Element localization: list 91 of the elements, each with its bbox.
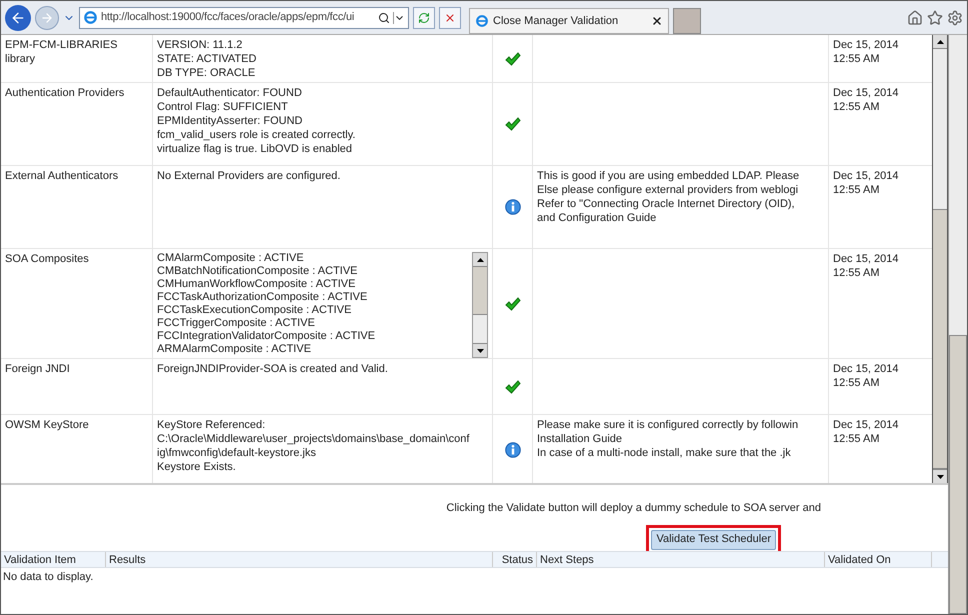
table-cell-text: This is good if you are using embedded LDAP. Please [537, 169, 800, 183]
table-cell-text: Dec 15, 2014 [833, 362, 900, 376]
table-cell-text: Installation Guide [537, 432, 623, 446]
url-text: http://localhost:19000/fcc/faces/oracle/apps/epm/fcc/ui [101, 10, 356, 26]
star-icon[interactable] [927, 10, 943, 26]
table-cell: ForeignJNDIProvider-SOA is created and Valid. [157, 362, 388, 376]
browser-tab[interactable]: Close Manager Validation [469, 8, 669, 34]
scrollbar-thumb[interactable] [933, 209, 947, 469]
table-cell-text: 12:55 AM [833, 432, 880, 446]
table-cell: No External Providers are configured. [157, 169, 340, 183]
table-cell-text: 12:55 AM [833, 266, 880, 280]
table-cell-text: ig\fmwconfig\default-keystore.jks [157, 446, 317, 460]
scroll-up-icon[interactable] [476, 258, 484, 262]
table-cell: STATE: ACTIVATED [157, 52, 256, 66]
table-cell-text: Please make sure it is configured correctly by followin [537, 418, 800, 432]
scroll-down-icon[interactable] [476, 348, 484, 352]
forward-button[interactable] [35, 6, 59, 30]
checkmark-icon [504, 380, 520, 394]
table-cell-text: 12:55 AM [833, 183, 880, 197]
table-cell-text: virtualize flag is true. LibOVD is enabled [157, 142, 354, 156]
home-icon[interactable] [907, 10, 923, 26]
checkmark-icon [504, 296, 520, 310]
tab-title: Close Manager Validation [493, 14, 620, 29]
table-cell-text: 12:55 AM [833, 376, 880, 390]
table-cell-text: SOA Composites [5, 252, 90, 266]
table-cell-text: DefaultAuthenticator: FOUND [157, 86, 303, 100]
table-cell-text: FCCTaskAuthorizationComposite : ACTIVE [157, 291, 368, 304]
table-cell: DB TYPE: ORACLE [157, 66, 256, 80]
forward-arrow-icon [40, 10, 54, 24]
table-cell-text: and Configuration Guide [537, 211, 658, 225]
table-cell-text: External Authenticators [5, 169, 120, 183]
table-cell-text: Dec 15, 2014 [833, 86, 900, 100]
search-icon[interactable] [378, 12, 390, 24]
settings-icon[interactable] [947, 10, 963, 26]
validate-button[interactable]: Validate Test Scheduler [651, 530, 776, 550]
scrollbar-thumb[interactable] [949, 335, 967, 614]
table-cell-text: 12:55 AM [833, 100, 880, 114]
close-icon[interactable] [651, 15, 663, 27]
scrollbar[interactable] [472, 252, 488, 358]
table-cell-text: OWSM KeyStore [5, 418, 90, 432]
table-cell-text: Dec 15, 2014 [833, 252, 900, 266]
column-header: Validated On [825, 552, 932, 567]
table-cell-text: KeyStore Referenced: [157, 418, 266, 432]
address-dropdown-icon[interactable] [393, 12, 405, 24]
info-icon [504, 442, 520, 458]
table-cell-text: In case of a multi-node install, make sure that the .jk [537, 446, 792, 460]
column-header: Results [106, 552, 493, 567]
table-cell-text: CMBatchNotificationComposite : ACTIVE [157, 265, 359, 278]
scroll-up-icon[interactable] [936, 40, 944, 44]
column-header: Next Steps [537, 552, 825, 567]
page-icon [83, 10, 98, 25]
table-cell-text: Foreign JNDI [5, 362, 71, 376]
empty-message: No data to display. [2, 570, 94, 585]
close-icon [444, 12, 456, 24]
page-icon [475, 14, 489, 28]
table-cell-text: Keystore Exists. [157, 460, 237, 474]
table-cell-text: FCCTriggerComposite : ACTIVE [157, 317, 316, 330]
table-cell-text: Dec 15, 2014 [833, 38, 900, 52]
column-header: Status [493, 552, 537, 567]
table-cell-text: EPM-FCM-LIBRARIES [5, 38, 118, 52]
scroll-down-icon[interactable] [936, 474, 944, 478]
page-scrollbar[interactable] [948, 35, 967, 614]
scheduler-note: Clicking the Validate button will deploy a dummy schedule to SOA server and [446, 501, 821, 516]
table-cell-text: CMHumanWorkflowComposite : ACTIVE [157, 278, 356, 291]
scrollbar[interactable] [932, 35, 948, 483]
refresh-icon [418, 12, 430, 24]
table-cell-text: CMAlarmComposite : ACTIVE [157, 252, 305, 265]
table-cell-text: Refer to "Connecting Oracle Internet Directory (OID), [537, 197, 796, 211]
checkmark-icon [504, 117, 520, 131]
back-button[interactable] [5, 4, 31, 30]
table-cell-text: Else please configure external providers from weblogi [537, 183, 800, 197]
stop-button[interactable] [439, 6, 461, 28]
address-bar[interactable]: http://localhost:19000/fcc/faces/oracle/apps/epm/fcc/ui [79, 6, 409, 28]
table-cell: fcm_valid_users role is created correctly. [157, 128, 356, 142]
table-cell-text: FCCIntegrationValidatorComposite : ACTIVE [157, 330, 376, 343]
refresh-button[interactable] [413, 6, 435, 28]
table-cell-text: Dec 15, 2014 [833, 169, 900, 183]
table-cell-text: library [5, 52, 36, 66]
table-cell-text: EPMIdentityAsserter: FOUND [157, 114, 304, 128]
table-cell-text: ARMAlarmComposite : ACTIVE [157, 343, 312, 356]
checkmark-icon [504, 52, 520, 66]
table-cell-text: 12:55 AM [833, 52, 880, 66]
scrollbar-thumb[interactable] [473, 267, 487, 315]
info-icon [504, 199, 520, 215]
table-cell-text: Control Flag: SUFFICIENT [157, 100, 289, 114]
table-cell-text: FCCTaskExecutionComposite : ACTIVE [157, 304, 352, 317]
column-header: Validation Item [1, 552, 106, 567]
table-cell: C:\Oracle\Middleware\user_projects\domains\base_domain\conf [157, 432, 470, 446]
table-cell-text: VERSION: 11.1.2 [157, 38, 244, 52]
table-cell-text: Dec 15, 2014 [833, 418, 900, 432]
table-cell-text: Authentication Providers [5, 86, 126, 100]
